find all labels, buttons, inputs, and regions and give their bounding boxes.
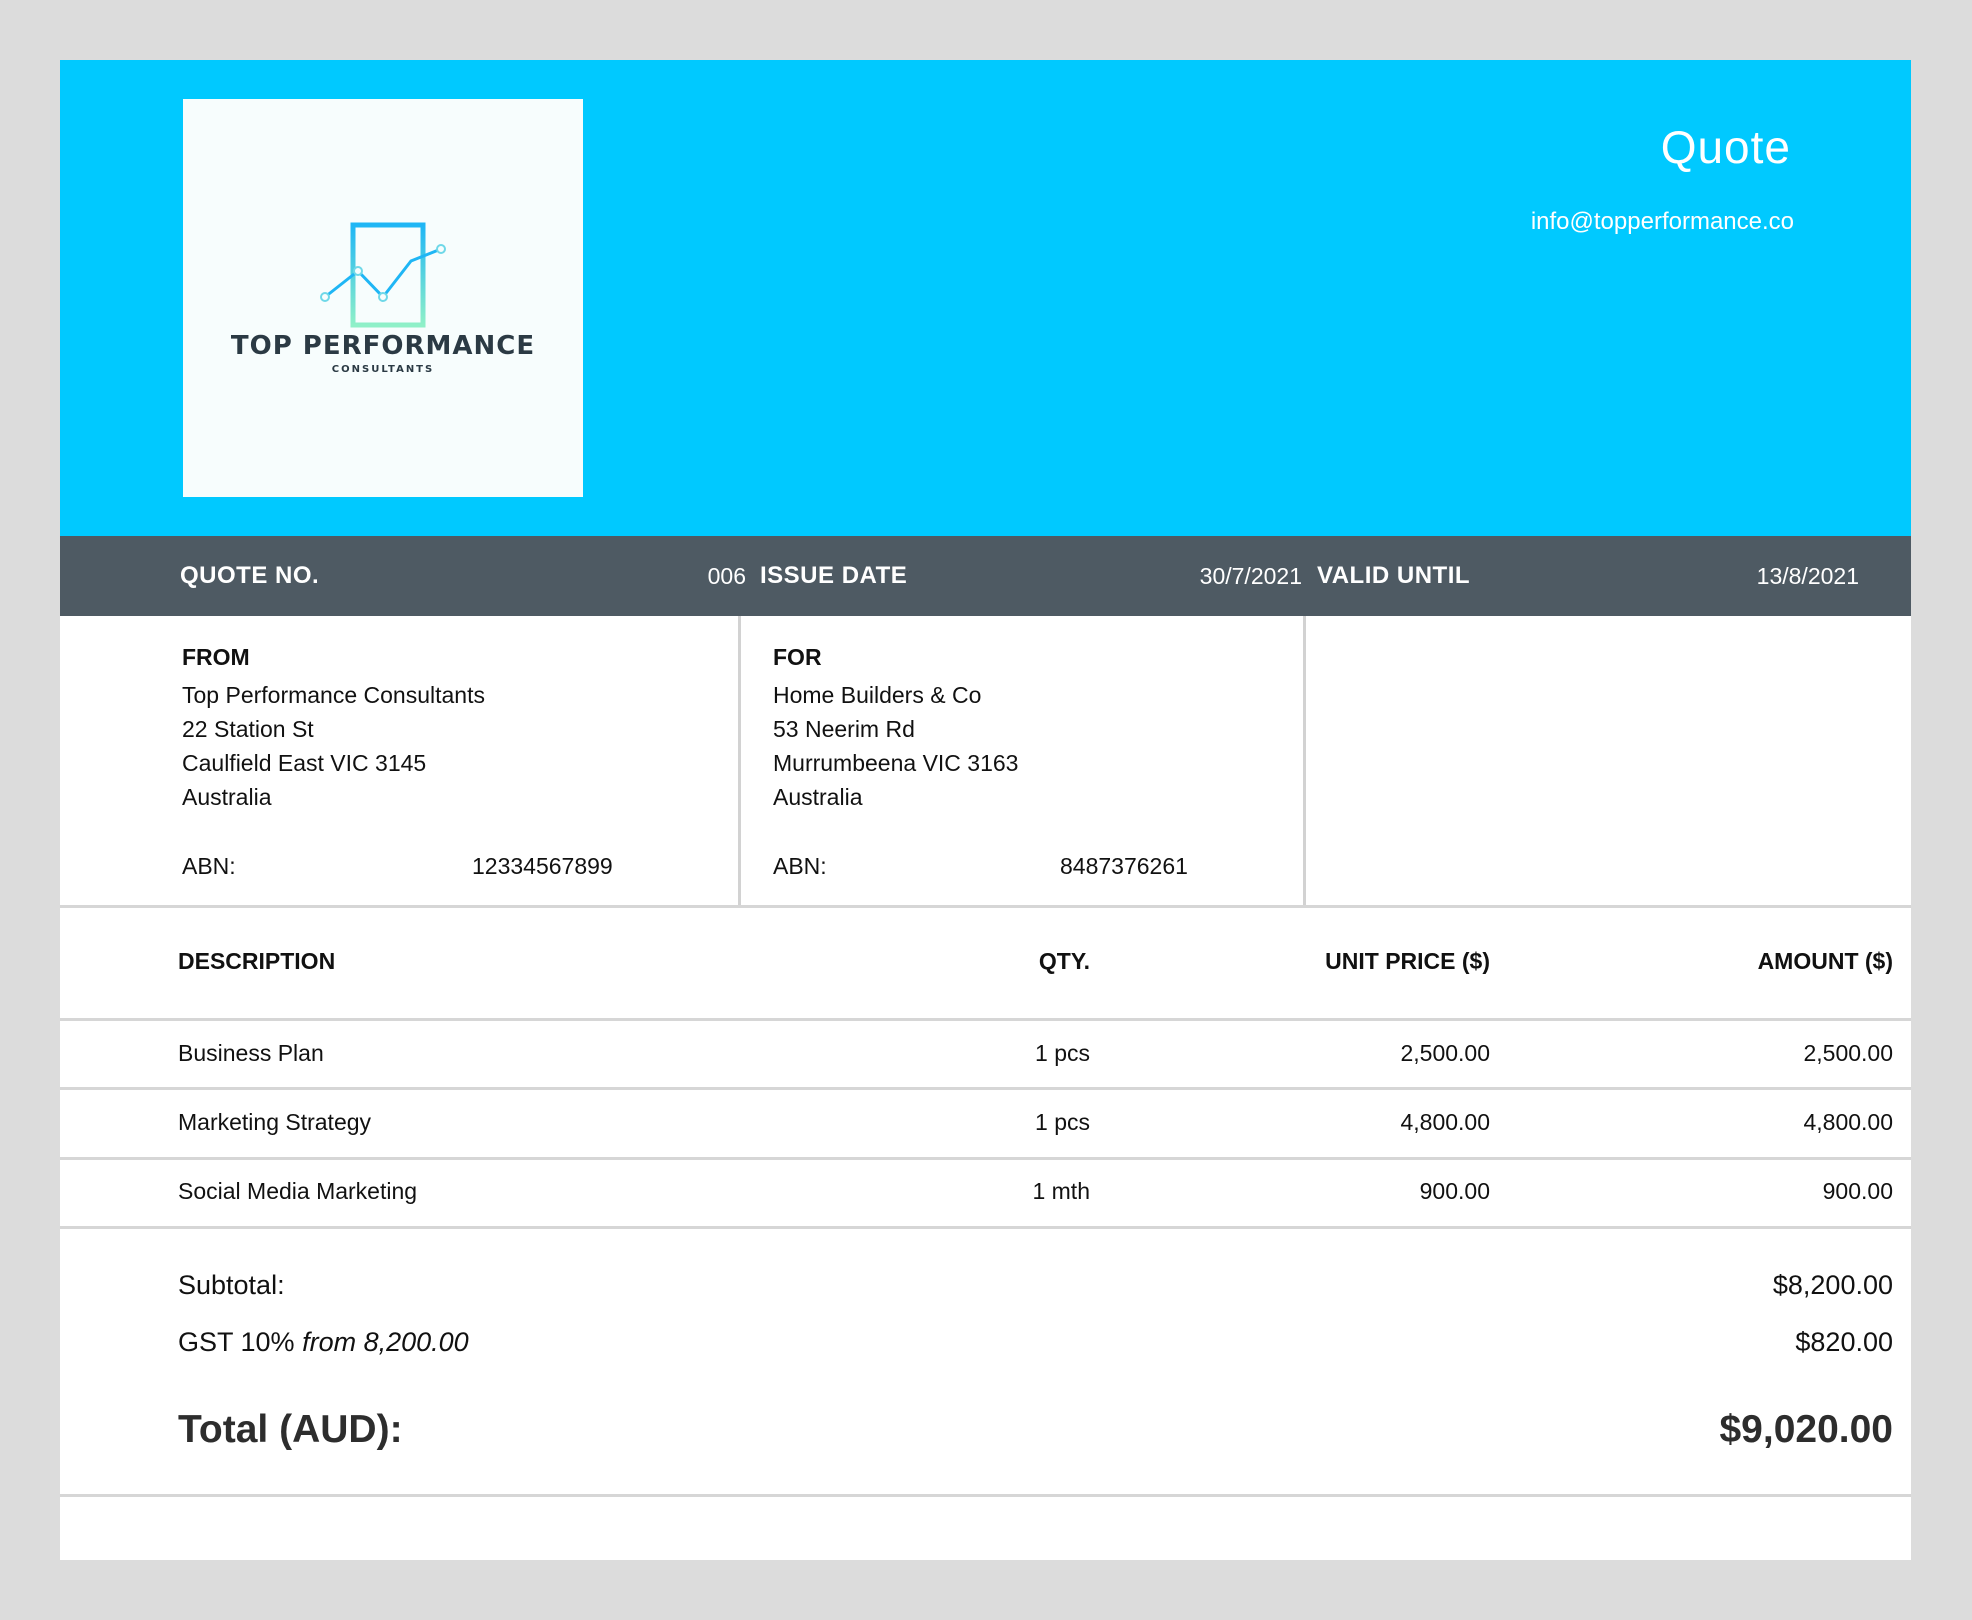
total-value: $9,020.00 [1719,1408,1893,1451]
gst-label: GST 10% [178,1327,295,1357]
from-heading: FROM [182,644,250,670]
divider [60,1087,1911,1090]
for-country: Australia [773,784,863,810]
row-amount: 900.00 [1822,1178,1893,1204]
logo-company-subtitle: CONSULTANTS [331,364,435,375]
for-street: 53 Neerim Rd [773,716,915,742]
table-header-description: DESCRIPTION [178,948,336,974]
divider [60,1157,1911,1160]
row-description: Business Plan [178,1040,324,1066]
row-amount: 4,800.00 [1803,1109,1893,1135]
for-company: Home Builders & Co [773,682,982,708]
logo-company-name: TOP PERFORMANCE [230,331,536,361]
gst-label-group: GST 10% from 8,200.00 [178,1327,469,1358]
quote-document: TOP PERFORMANCE CONSULTANTS Quote info@t… [60,60,1911,1560]
growth-chart-icon [320,222,446,328]
divider [60,1226,1911,1229]
table-header-unit-price: UNIT PRICE ($) [1325,948,1490,974]
divider [60,905,1911,908]
divider [60,1018,1911,1021]
company-email-link[interactable]: info@topperformance.co [1531,208,1794,236]
subtotal-label: Subtotal: [178,1270,285,1300]
issue-date-value: 30/7/2021 [1199,563,1302,589]
for-abn-value: 8487376261 [1060,853,1188,879]
from-company: Top Performance Consultants [182,682,485,708]
from-country: Australia [182,784,272,810]
row-qty: 1 pcs [1035,1109,1090,1135]
from-abn-label: ABN: [182,853,236,879]
gst-value: $820.00 [1795,1327,1893,1357]
column-divider [738,616,741,906]
document-header: TOP PERFORMANCE CONSULTANTS Quote info@t… [60,60,1911,536]
divider [60,1494,1911,1497]
issue-date-label: ISSUE DATE [760,562,908,589]
row-unit-price: 900.00 [1419,1178,1490,1204]
total-label: Total (AUD): [178,1408,403,1451]
row-amount: 2,500.00 [1803,1040,1893,1066]
quote-meta-bar: QUOTE NO. 006 ISSUE DATE 30/7/2021 VALID… [60,536,1911,616]
row-qty: 1 pcs [1035,1040,1090,1066]
gst-note: from 8,200.00 [302,1327,469,1357]
row-unit-price: 4,800.00 [1400,1109,1490,1135]
quote-number-value: 006 [707,563,746,589]
column-divider [1303,616,1306,906]
company-logo: TOP PERFORMANCE CONSULTANTS [183,99,583,497]
row-unit-price: 2,500.00 [1400,1040,1490,1066]
table-header-qty: QTY. [1038,948,1090,974]
parties-section: FROM Top Performance Consultants 22 Stat… [60,616,1911,906]
subtotal-value: $8,200.00 [1772,1270,1893,1300]
table-header-amount: AMOUNT ($) [1757,948,1893,974]
from-city: Caulfield East VIC 3145 [182,750,427,776]
from-abn-value: 12334567899 [472,853,613,879]
row-description: Social Media Marketing [178,1178,418,1204]
valid-until-value: 13/8/2021 [1756,563,1859,589]
row-description: Marketing Strategy [178,1109,372,1135]
row-qty: 1 mth [1032,1178,1090,1204]
document-title: Quote [1660,121,1791,173]
valid-until-label: VALID UNTIL [1317,562,1471,589]
from-street: 22 Station St [182,716,314,742]
quote-number-label: QUOTE NO. [180,562,320,589]
for-city: Murrumbeena VIC 3163 [773,750,1019,776]
for-abn-label: ABN: [773,853,827,879]
for-heading: FOR [773,644,822,670]
